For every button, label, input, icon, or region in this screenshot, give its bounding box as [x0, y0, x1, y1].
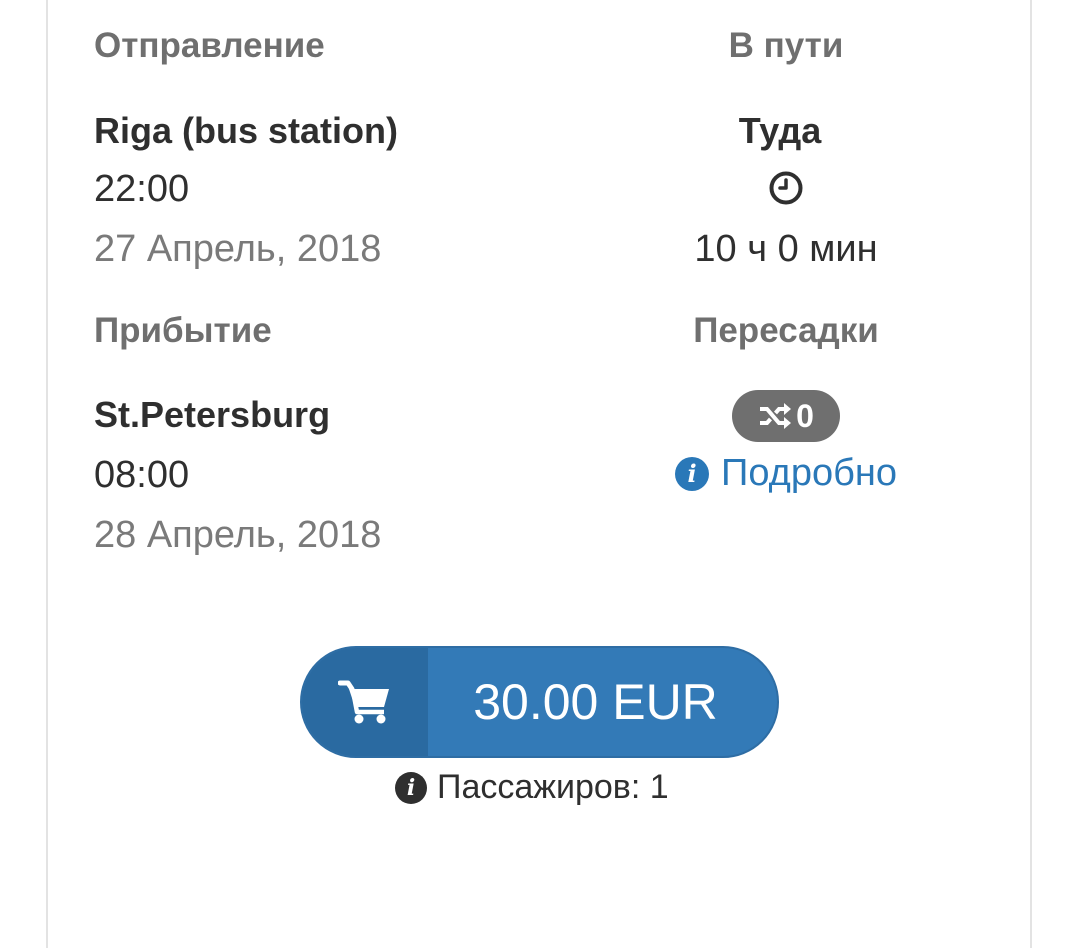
departure-city: Riga (bus station): [94, 110, 398, 151]
transfers-heading: Пересадки: [693, 311, 879, 350]
transfers-count-badge: 0: [621, 390, 951, 442]
passengers-info: i Пассажиров: 1: [395, 768, 669, 807]
info-icon: i: [395, 771, 427, 804]
arrival-city: St.Petersburg: [94, 394, 331, 435]
arrival-heading: Прибытие: [94, 311, 272, 350]
info-icon: i: [675, 456, 710, 491]
arrival-time: 08:00: [94, 454, 190, 496]
travel-direction: Туда: [738, 110, 822, 151]
details-label: Подробно: [721, 452, 897, 494]
travel-duration: 10 ч 0 мин: [694, 228, 878, 270]
travel-heading: В пути: [728, 26, 844, 65]
departure-time: 22:00: [94, 168, 190, 210]
passengers-label: Пассажиров: 1: [437, 768, 669, 806]
shuffle-icon: [758, 402, 792, 430]
buy-ticket-button[interactable]: 30.00 EUR: [300, 646, 779, 758]
departure-heading: Отправление: [94, 26, 325, 65]
transfers-count: 0: [796, 397, 814, 434]
departure-date: 27 Апрель, 2018: [94, 228, 382, 270]
cart-icon: [302, 648, 428, 756]
arrival-date: 28 Апрель, 2018: [94, 514, 382, 556]
clock-icon: [621, 170, 951, 208]
details-link[interactable]: i Подробно: [621, 452, 951, 495]
price-label: 30.00 EUR: [473, 674, 718, 730]
